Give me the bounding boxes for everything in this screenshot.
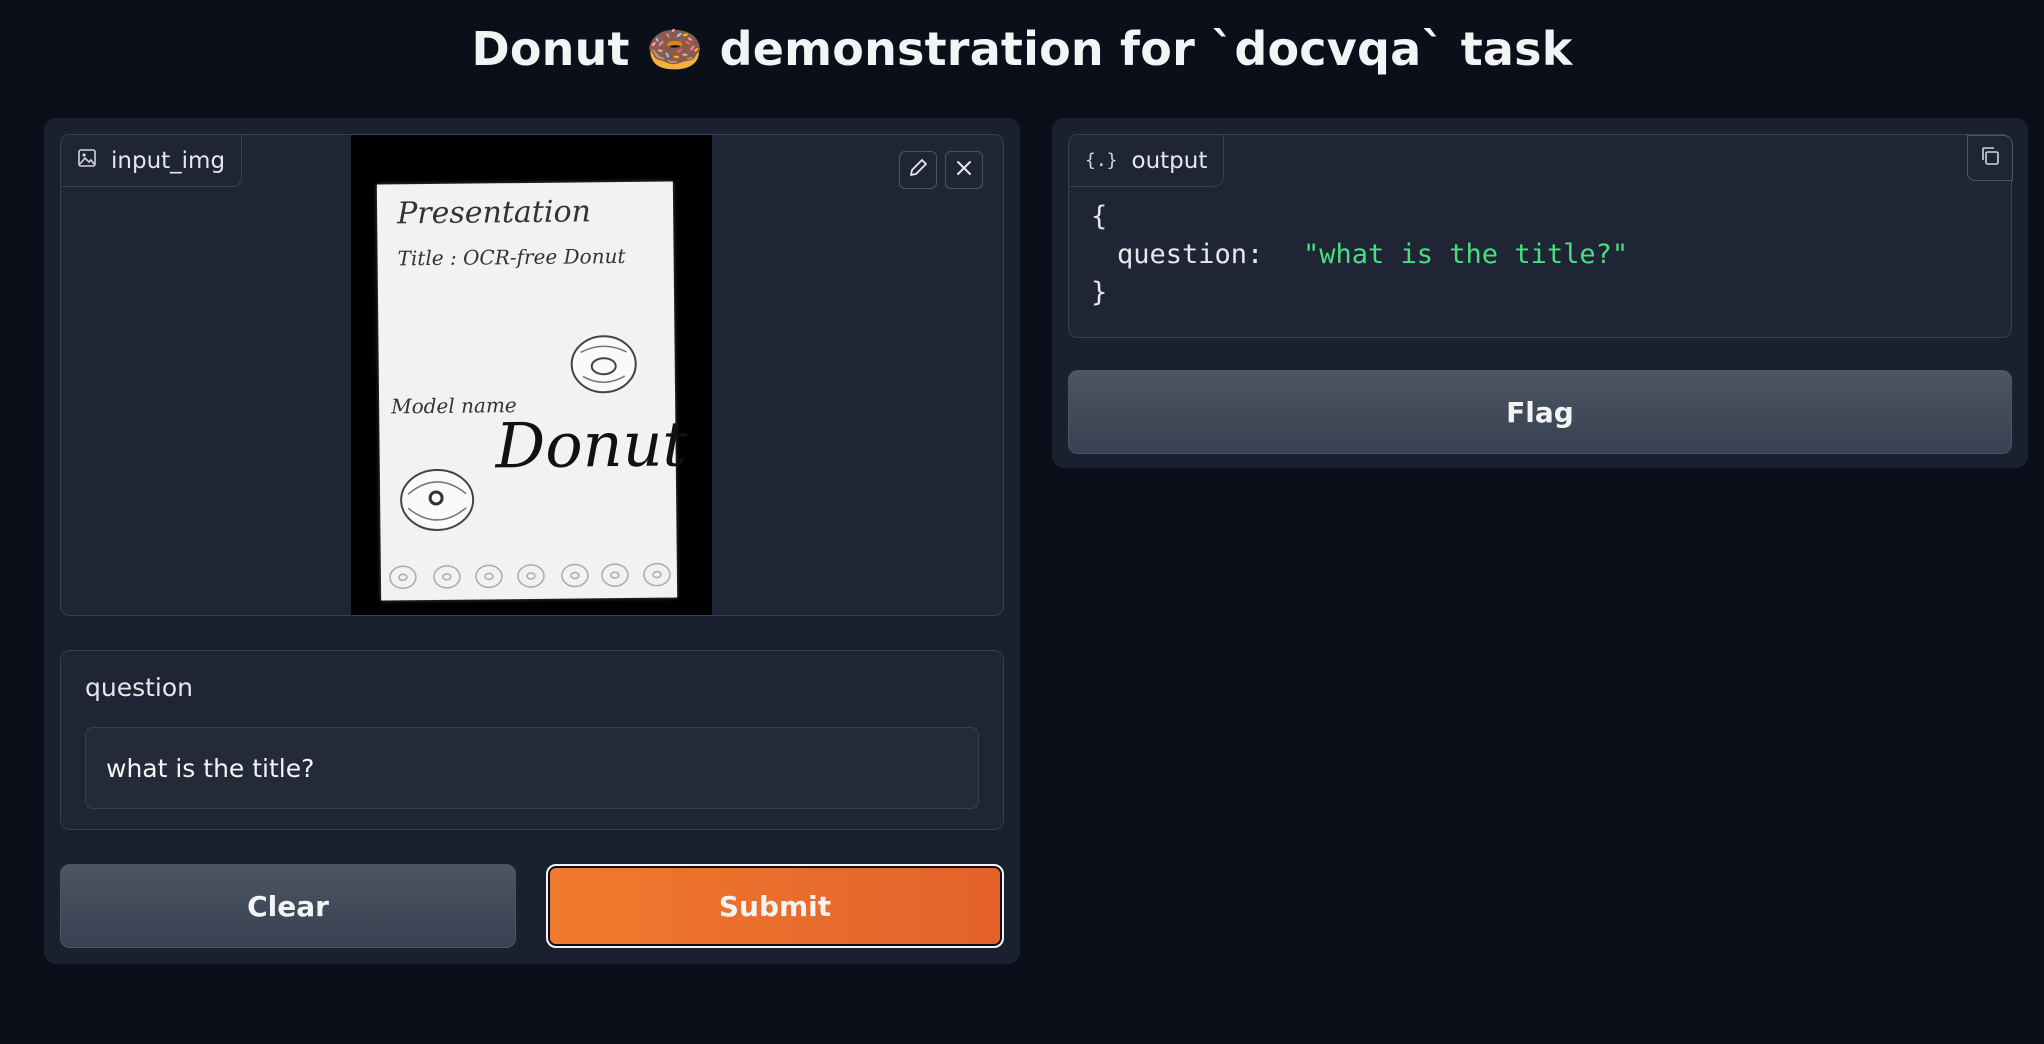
question-label: question [85, 673, 194, 702]
document-title-line: Title : OCR-free Donut [397, 243, 626, 271]
small-donuts-row [387, 559, 677, 596]
output-panel: {.} output { question: "what is the titl… [1052, 118, 2028, 468]
document-heading: Presentation [396, 194, 592, 232]
donut-drawing-icon [568, 332, 639, 401]
image-icon [77, 148, 97, 174]
json-icon: {.} [1085, 150, 1118, 171]
submit-button[interactable]: Submit [546, 864, 1004, 948]
edit-button[interactable] [899, 151, 937, 189]
json-value: "what is the title?" [1303, 239, 1629, 270]
clear-button[interactable]: Clear [60, 864, 516, 948]
close-icon [954, 158, 974, 182]
input-panel: input_img Presentation Title : OCR-free … [44, 118, 1020, 964]
image-label-tag: input_img [61, 135, 243, 187]
image-label: input_img [111, 147, 226, 174]
output-block: {.} output { question: "what is the titl… [1068, 134, 2013, 338]
copy-button[interactable] [1967, 135, 2013, 181]
output-label-tag: {.} output [1069, 135, 1225, 187]
question-input[interactable] [85, 727, 979, 809]
json-open-brace: { [1091, 201, 1108, 232]
json-close-brace: } [1091, 277, 1108, 308]
close-button[interactable] [945, 151, 983, 189]
page-title: Donut 🍩 demonstration for `docvqa` task [471, 22, 1573, 76]
flag-button[interactable]: Flag [1068, 370, 2012, 454]
document-model-name: Donut [495, 407, 688, 483]
image-input-block[interactable]: input_img Presentation Title : OCR-free … [60, 134, 1004, 616]
donut-drawing-icon [398, 466, 477, 539]
output-label: output [1131, 147, 1208, 174]
question-block: question [60, 650, 1004, 830]
json-key: question: [1117, 239, 1264, 270]
document-paper: Presentation Title : OCR-free Donut Mode… [376, 181, 688, 601]
copy-icon [1979, 145, 2001, 171]
uploaded-document-image: Presentation Title : OCR-free Donut Mode… [351, 135, 712, 615]
edit-icon [907, 157, 929, 183]
